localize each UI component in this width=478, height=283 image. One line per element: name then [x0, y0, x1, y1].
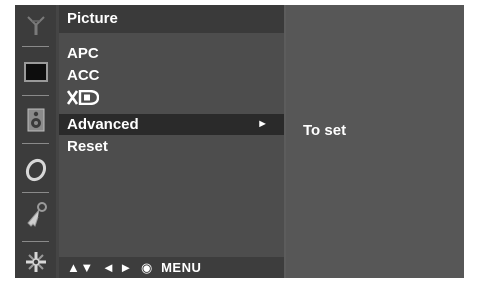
key-icon[interactable] — [15, 198, 56, 234]
menu-item-acc[interactable]: ACC — [59, 65, 284, 86]
description-text: To set — [303, 122, 347, 139]
menu-item-advanced[interactable]: Advanced ► — [59, 114, 284, 135]
navigation-hint: ▲▼ ◄ ► ◉ MENU — [67, 260, 202, 275]
xd-logo-icon — [67, 90, 99, 105]
antenna-icon[interactable] — [15, 11, 56, 41]
menu-title: Picture — [67, 10, 118, 27]
icon-divider — [22, 46, 49, 47]
osd-screen: Picture APC ACC Advanced ► Reset ▲▼ ◄ ► … — [15, 5, 464, 278]
description-panel: To set — [286, 5, 464, 278]
menu-icon-column — [15, 5, 56, 278]
menu-item-label: ACC — [67, 67, 100, 84]
icon-divider — [22, 143, 49, 144]
picture-icon[interactable] — [15, 57, 56, 87]
menu-title-bar: Picture — [59, 5, 284, 33]
speaker-icon[interactable] — [15, 105, 56, 135]
icon-divider — [22, 95, 49, 96]
menu-item-reset[interactable]: Reset — [59, 136, 284, 157]
navigation-hint-bar: ▲▼ ◄ ► ◉ MENU — [59, 257, 284, 278]
clock-icon[interactable] — [15, 155, 56, 185]
menu-item-label: Advanced — [67, 116, 139, 133]
icon-divider — [22, 192, 49, 193]
icon-divider — [22, 241, 49, 242]
picture-menu-panel: Picture APC ACC Advanced ► Reset ▲▼ ◄ ► … — [59, 5, 284, 278]
menu-item-apc[interactable]: APC — [59, 43, 284, 64]
menu-item-label: APC — [67, 45, 99, 62]
menu-item-label: Reset — [67, 138, 108, 155]
submenu-arrow-icon: ► — [257, 118, 268, 130]
menu-item-xd[interactable] — [59, 87, 284, 108]
settings-icon[interactable] — [15, 248, 56, 276]
